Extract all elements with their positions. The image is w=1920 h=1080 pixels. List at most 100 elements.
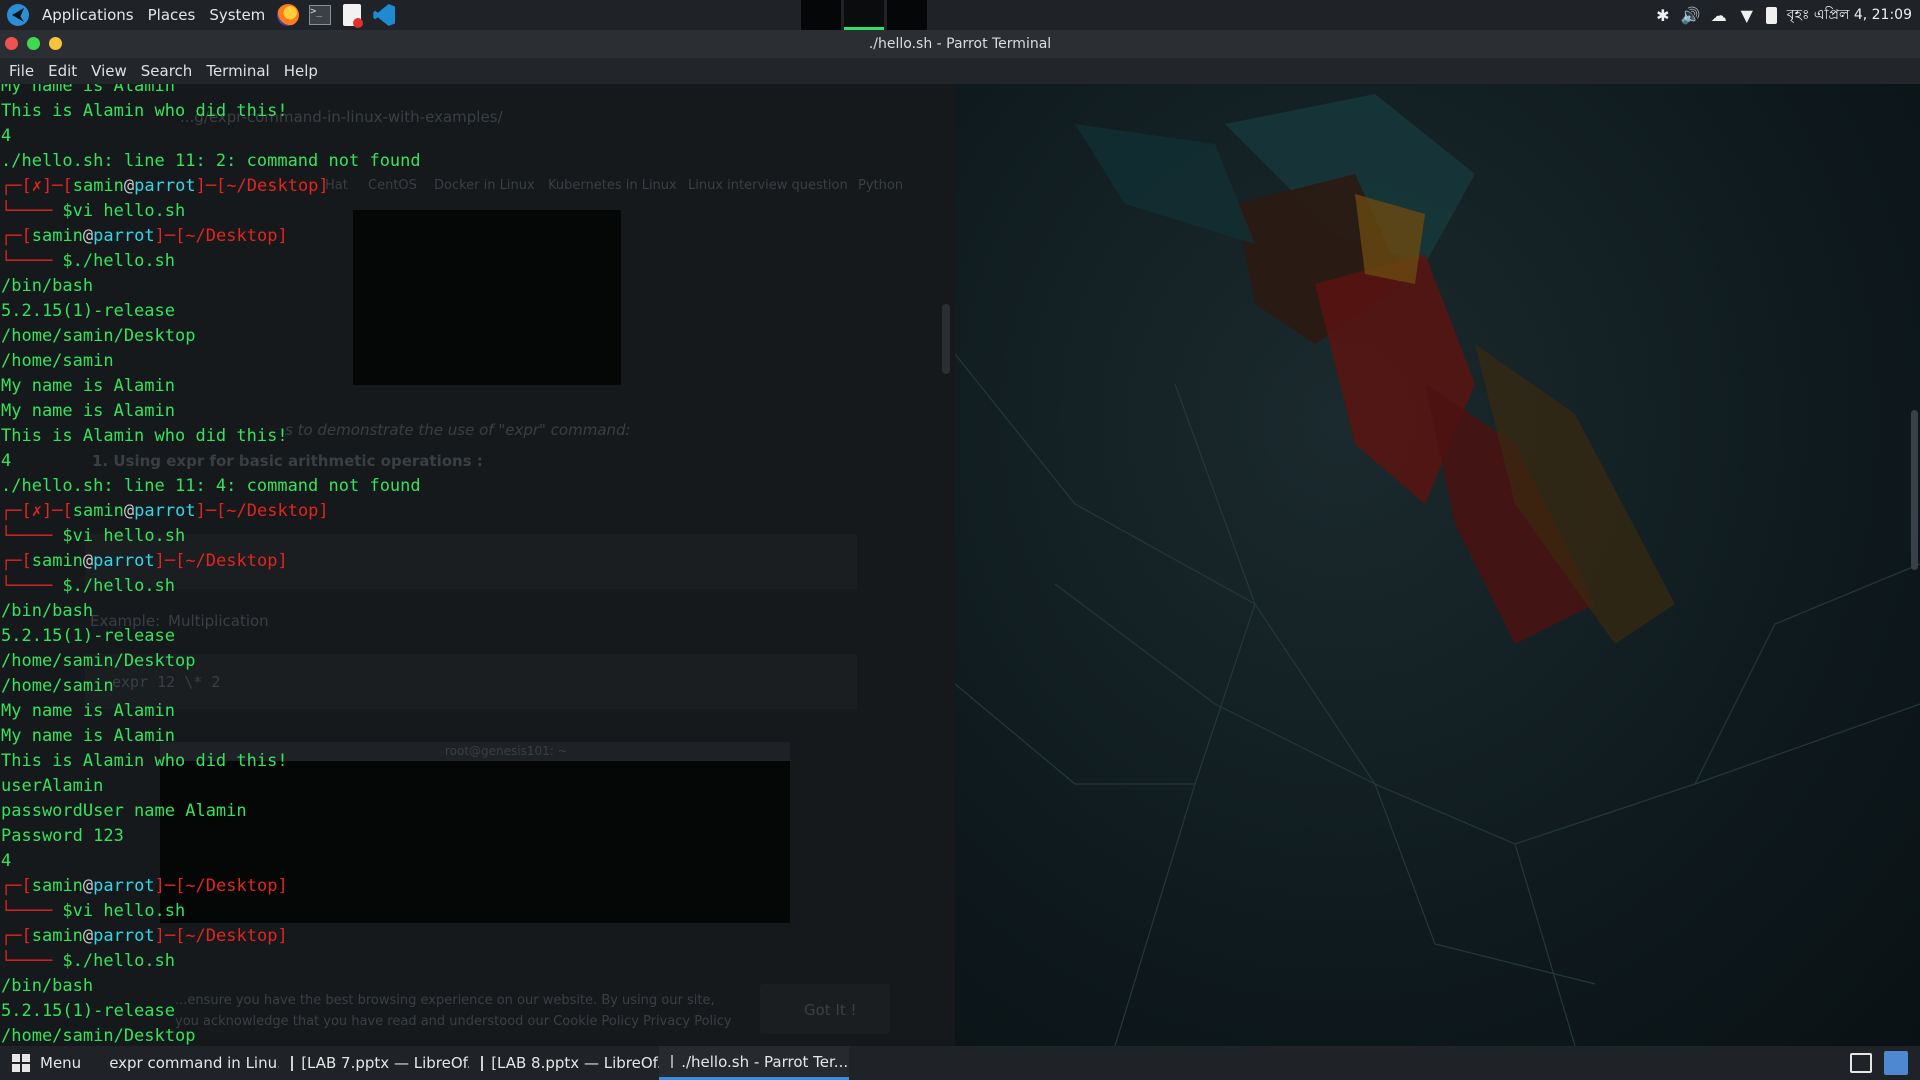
output-text: My name is Alamin xyxy=(1,401,175,421)
prompt-corner: ┌─ xyxy=(1,176,22,196)
terminal-output-line: 4 xyxy=(1,849,954,874)
terminal-command-line: └──── $vi hello.sh xyxy=(1,899,954,924)
prompt-at: @ xyxy=(82,226,94,246)
terminal-menubar: File Edit View Search Terminal Help xyxy=(0,58,1920,84)
task-lab8[interactable]: [LAB 8.pptx — LibreOf... xyxy=(469,1046,659,1080)
output-text: 4 xyxy=(1,851,12,871)
prompt-bracket: [ xyxy=(21,926,32,946)
command-text: ./hello.sh xyxy=(72,251,176,271)
prompt-bracket: [ xyxy=(21,876,32,896)
prompt-bracket: ] xyxy=(318,501,329,521)
workspace-1[interactable] xyxy=(801,0,841,30)
terminal-output-line: /bin/bash xyxy=(1,274,954,299)
prompt-corner: └──── xyxy=(1,201,63,221)
clock[interactable]: বৃহঃ এপ্রিল 4, 21:09 xyxy=(1787,3,1912,27)
prompt-bracket: ]─ xyxy=(41,176,63,196)
terminal-prompt-line: ┌─[samin@parrot]─[~/Desktop] xyxy=(1,874,954,899)
prompt-user: samin xyxy=(31,876,83,896)
taskbar-tray xyxy=(1850,1046,1908,1080)
terminal-output[interactable]: My name is Alamin This is Alamin who did … xyxy=(1,84,954,1046)
terminal-prompt-line: ┌─[✗]─[samin@parrot]─[~/Desktop] xyxy=(1,499,954,524)
task-terminal[interactable]: ./hello.sh - Parrot Ter... xyxy=(659,1046,850,1080)
terminal-output-line: 5.2.15(1)-release xyxy=(1,624,954,649)
terminal-output-line: /bin/bash xyxy=(1,974,954,999)
output-text: 5.2.15(1)-release xyxy=(1,626,175,646)
window-minimize-button[interactable] xyxy=(27,37,40,50)
task-label: ./hello.sh - Parrot Ter... xyxy=(681,1052,849,1071)
vscode-icon[interactable] xyxy=(371,2,397,28)
document-viewer-icon[interactable] xyxy=(339,2,365,28)
output-text: My name is Alamin xyxy=(1,84,175,96)
battery-icon[interactable] xyxy=(1765,6,1777,24)
terminal-output-line: 4 xyxy=(1,449,954,474)
terminal-scrollbar[interactable] xyxy=(1911,410,1918,570)
output-text: /home/samin/Desktop xyxy=(1,326,196,346)
volume-icon[interactable]: 🔊 xyxy=(1681,6,1701,25)
prompt-path: ~/Desktop xyxy=(185,226,278,246)
prompt-dollar: $ xyxy=(62,251,73,271)
output-text: 4 xyxy=(1,126,12,146)
output-text: This is Alamin who did this! xyxy=(1,426,288,446)
parrot-logo-icon[interactable] xyxy=(7,4,29,26)
workspace-2[interactable] xyxy=(844,0,884,30)
command-text: ./hello.sh xyxy=(72,576,176,596)
command-text: vi hello.sh xyxy=(72,901,186,921)
bluetooth-icon[interactable]: ✱ xyxy=(1654,6,1672,25)
terminal-prompt-line: ┌─[samin@parrot]─[~/Desktop] xyxy=(1,924,954,949)
menu-search[interactable]: Search xyxy=(134,62,200,80)
window-close-button[interactable] xyxy=(5,37,18,50)
menu-terminal[interactable]: Terminal xyxy=(199,62,276,80)
prompt-corner: └──── xyxy=(1,526,63,546)
task-chrome[interactable]: expr command in Linu... xyxy=(89,1046,279,1080)
menu-edit[interactable]: Edit xyxy=(41,62,84,80)
prompt-corner: └──── xyxy=(1,901,63,921)
prompt-corner: ┌─ xyxy=(1,926,22,946)
prompt-path: ~/Desktop xyxy=(185,926,278,946)
menu-view[interactable]: View xyxy=(84,62,134,80)
prompt-user: samin xyxy=(31,926,83,946)
output-text: My name is Alamin xyxy=(1,726,175,746)
prompt-path: ~/Desktop xyxy=(185,876,278,896)
prompt-bracket: ]─[ xyxy=(154,926,186,946)
output-text: /home/samin/Desktop xyxy=(1,1026,196,1046)
workspace-3[interactable] xyxy=(887,0,927,30)
cloud-icon[interactable]: ☁ xyxy=(1710,6,1728,25)
terminal-body[interactable]: ...g/expr-command-in-linux-with-examples… xyxy=(0,84,1920,1046)
network-manager-icon[interactable] xyxy=(1850,1053,1872,1073)
menu-help[interactable]: Help xyxy=(277,62,325,80)
prompt-corner: ┌─ xyxy=(1,501,22,521)
prompt-bracket: [ xyxy=(21,551,32,571)
terminal-output-line: My name is Alamin xyxy=(1,374,954,399)
task-label: expr command in Linu... xyxy=(109,1054,280,1072)
error-mark: ✗ xyxy=(31,501,42,521)
system-menu[interactable]: System xyxy=(202,0,272,30)
terminal-output-line: This is Alamin who did this! xyxy=(1,99,954,124)
output-text: This is Alamin who did this! xyxy=(1,101,288,121)
window-titlebar[interactable]: ./hello.sh - Parrot Terminal xyxy=(0,30,1920,58)
firefox-icon[interactable] xyxy=(275,2,301,28)
task-lab7[interactable]: [LAB 7.pptx — LibreOf... xyxy=(279,1046,469,1080)
window-maximize-button[interactable] xyxy=(49,37,62,50)
prompt-host: parrot xyxy=(134,501,196,521)
prompt-dollar: $ xyxy=(62,526,73,546)
prompt-path: ~/Desktop xyxy=(226,501,319,521)
terminal-icon xyxy=(671,1055,674,1068)
prompt-bracket: [ xyxy=(21,226,32,246)
terminal-command-line: └──── $vi hello.sh xyxy=(1,524,954,549)
menu-file[interactable]: File xyxy=(2,62,41,80)
prompt-bracket: ]─[ xyxy=(154,876,186,896)
terminal-output-line: /home/samin/Desktop xyxy=(1,1024,954,1046)
terminal-output-line: 4 xyxy=(1,124,954,149)
start-menu-button[interactable]: Menu xyxy=(0,1046,89,1080)
terminal-launcher-icon[interactable]: >_ xyxy=(307,2,333,28)
applications-menu[interactable]: Applications xyxy=(35,0,141,30)
parrot-wallpaper-art xyxy=(955,94,1920,1046)
places-menu[interactable]: Places xyxy=(141,0,203,30)
terminal-output-line: My name is Alamin xyxy=(1,84,954,99)
prompt-path: ~/Desktop xyxy=(226,176,319,196)
show-desktop-icon[interactable] xyxy=(1884,1051,1908,1075)
error-mark: ✗ xyxy=(31,176,42,196)
terminal-output-line: My name is Alamin xyxy=(1,699,954,724)
wifi-icon[interactable]: ▼ xyxy=(1738,6,1756,25)
terminal-output-line: /home/samin xyxy=(1,349,954,374)
